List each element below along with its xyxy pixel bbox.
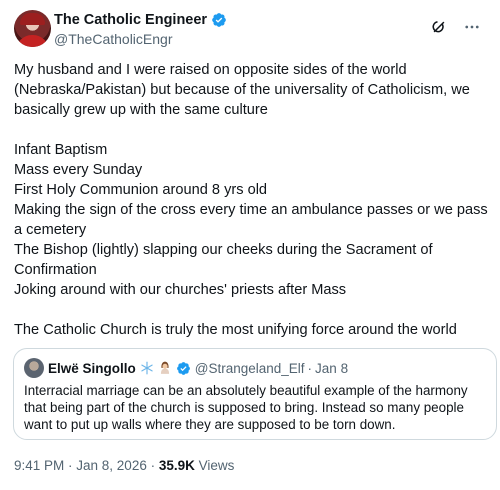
author-name-block: The Catholic Engineer @TheCatholicEngr [54, 11, 227, 48]
verified-badge-icon [212, 13, 226, 27]
views-label: Views [194, 458, 235, 473]
quoted-tweet[interactable]: Elwë Singollo @Strangeland_Elf · Jan 8 I… [13, 348, 497, 440]
tweet-meta: 9:41 PM · Jan 8, 2026 · 35.9K Views [14, 458, 234, 473]
author-display-name[interactable]: The Catholic Engineer [54, 11, 207, 29]
quoted-tweet-header: Elwë Singollo @Strangeland_Elf · Jan 8 [24, 358, 348, 378]
author-display-name-row[interactable]: The Catholic Engineer [54, 11, 227, 29]
quoted-separator: · [307, 360, 313, 376]
more-options-icon[interactable] [462, 18, 482, 36]
meta-separator: · [146, 458, 159, 473]
author-handle[interactable]: @TheCatholicEngr [54, 30, 227, 48]
tweet-text: My husband and I were raised on opposite… [14, 62, 488, 338]
quoted-date: Jan 8 [315, 360, 349, 376]
tweet-header: The Catholic Engineer @TheCatholicEngr [14, 10, 486, 48]
author-avatar[interactable] [14, 10, 51, 47]
quoted-tweet-text: Interracial marriage can be an absolutel… [24, 383, 468, 432]
woman-icon [160, 361, 169, 374]
quoted-author-handle: @Strangeland_Elf [194, 360, 305, 376]
tweet-card: The Catholic Engineer @TheCatholicEngr M… [0, 0, 500, 490]
snowflake-icon [141, 361, 153, 375]
quoted-verified-badge-icon [176, 361, 190, 375]
grok-icon[interactable] [430, 18, 448, 36]
quoted-author-avatar [24, 358, 44, 378]
views-count: 35.9K [158, 458, 195, 473]
timestamp-link[interactable]: 9:41 PM · Jan 8, 2026 [14, 458, 147, 473]
quoted-author-display-name: Elwë Singollo [48, 360, 136, 376]
